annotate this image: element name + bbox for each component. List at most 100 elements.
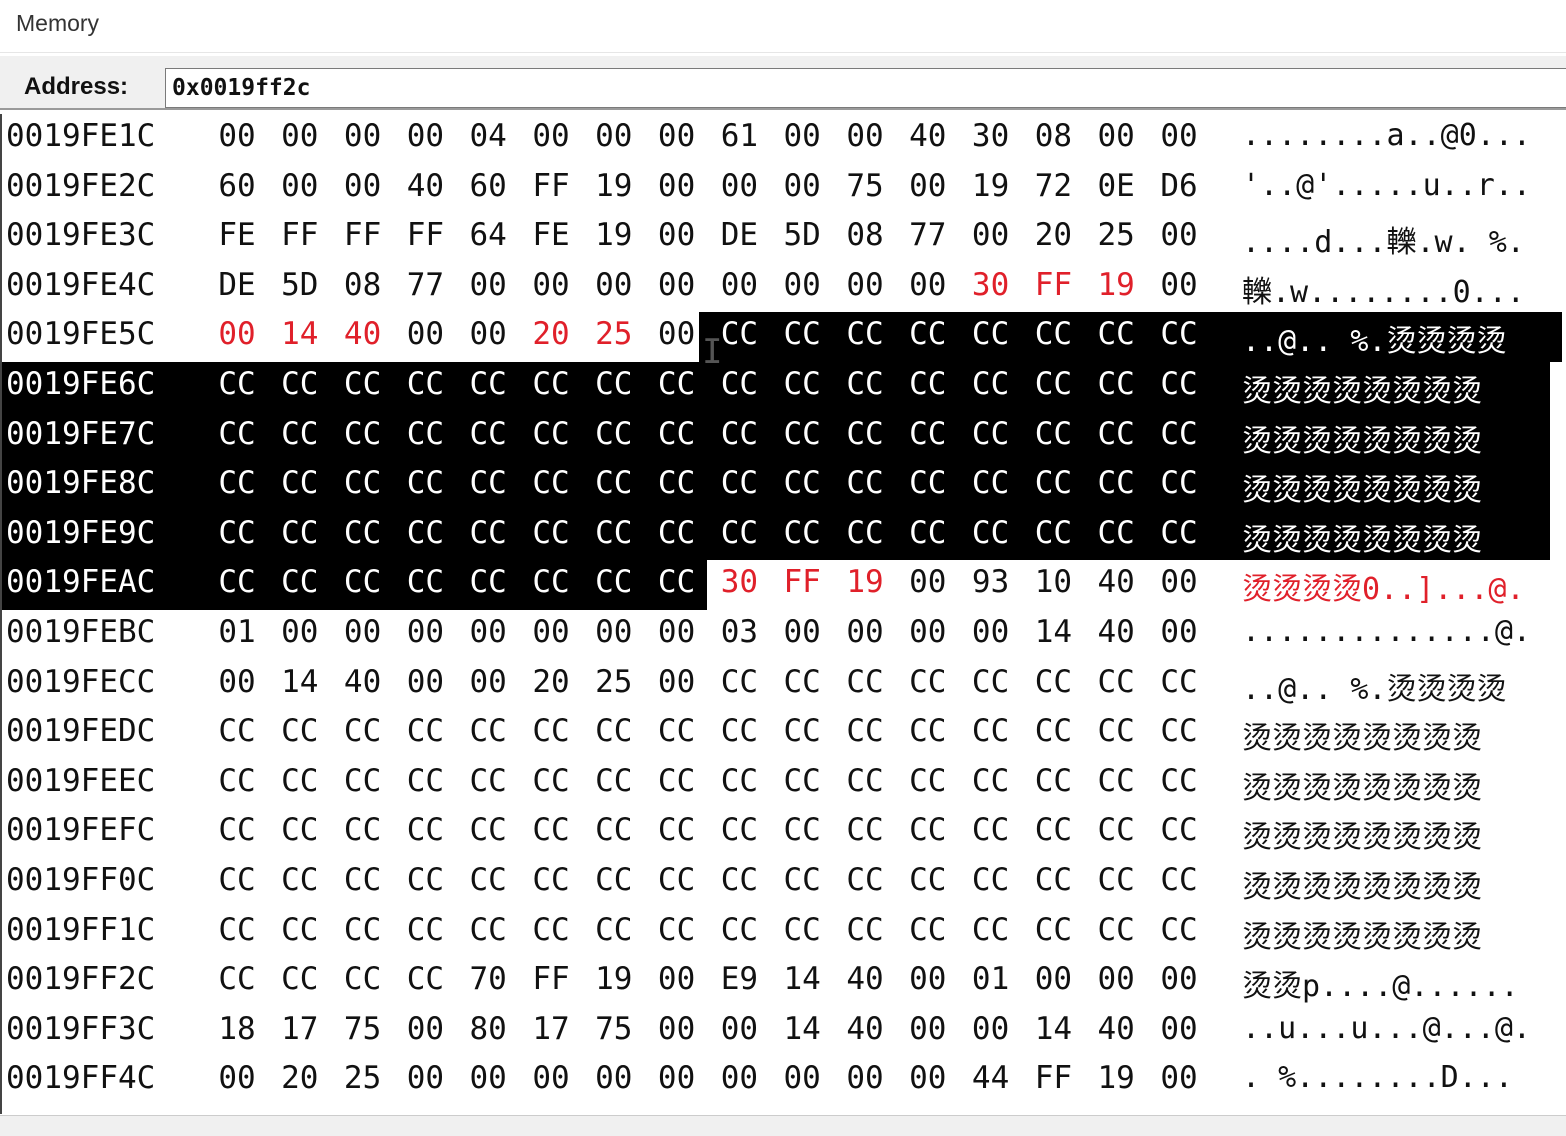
byte-cell[interactable]: CC [1025, 316, 1081, 352]
byte-cell[interactable]: CC [586, 713, 642, 749]
byte-cell[interactable]: CC [837, 664, 893, 700]
byte-cell[interactable]: FF [774, 564, 830, 600]
byte-cell[interactable]: CC [397, 961, 453, 997]
byte-cell[interactable]: CC [272, 763, 328, 799]
byte-cell[interactable]: CC [1025, 862, 1081, 898]
byte-cell[interactable]: 70 [460, 961, 516, 997]
byte-cell[interactable]: 20 [272, 1060, 328, 1096]
byte-cell[interactable]: CC [711, 713, 767, 749]
byte-cell[interactable]: 00 [649, 267, 705, 303]
memory-row[interactable]: 0019FEFC CC CC CC CC CC CC CC CC CC CC CC CC CC CC CC CC… [2, 808, 1566, 857]
byte-cell[interactable]: FF [1025, 267, 1081, 303]
byte-cell[interactable]: CC [963, 366, 1019, 402]
byte-cell[interactable]: 19 [586, 961, 642, 997]
byte-cell[interactable]: CC [1088, 366, 1144, 402]
byte-cell[interactable]: D6 [1151, 168, 1207, 204]
byte-cell[interactable]: 00 [523, 1060, 579, 1096]
byte-cell[interactable]: 75 [335, 1011, 391, 1047]
byte-cell[interactable]: 00 [900, 614, 956, 650]
byte-cell[interactable]: 00 [397, 614, 453, 650]
byte-cell[interactable]: 40 [335, 664, 391, 700]
byte-cell[interactable]: CC [774, 763, 830, 799]
byte-cell[interactable]: 19 [963, 168, 1019, 204]
byte-cell[interactable]: CC [460, 912, 516, 948]
byte-cell[interactable]: CC [523, 564, 579, 600]
byte-cell[interactable]: CC [397, 366, 453, 402]
byte-cell[interactable]: CC [1025, 515, 1081, 551]
byte-cell[interactable]: 00 [774, 267, 830, 303]
byte-cell[interactable]: CC [272, 862, 328, 898]
byte-cell[interactable]: CC [272, 912, 328, 948]
memory-row[interactable]: 0019FE1C 00 00 00 00 04 00 00 00 61 00 00 40 30 08 00 00… [2, 114, 1566, 163]
byte-cell[interactable]: 00 [649, 316, 705, 352]
byte-cell[interactable]: 64 [460, 217, 516, 253]
memory-row[interactable]: 0019FEDC CC CC CC CC CC CC CC CC CC CC CC CC CC CC CC CC… [2, 709, 1566, 758]
byte-cell[interactable]: DE [711, 217, 767, 253]
memory-row[interactable]: 0019FE6C CC CC CC CC CC CC CC CC CC CC CC CC CC CC CC CC… [2, 362, 1566, 412]
byte-cell[interactable]: CC [837, 366, 893, 402]
byte-cell[interactable]: CC [649, 912, 705, 948]
byte-cell[interactable]: 00 [649, 168, 705, 204]
byte-cell[interactable]: 77 [397, 267, 453, 303]
byte-cell[interactable]: 17 [523, 1011, 579, 1047]
byte-cell[interactable]: 00 [272, 118, 328, 154]
row-ascii[interactable]: ....d...轢.w. %. [1242, 217, 1525, 261]
byte-cell[interactable]: 00 [1151, 118, 1207, 154]
byte-cell[interactable]: CC [209, 862, 265, 898]
row-ascii[interactable]: 烫烫烫烫烫烫烫烫 [1242, 515, 1482, 559]
byte-cell[interactable]: 00 [335, 614, 391, 650]
byte-cell[interactable]: CC [900, 316, 956, 352]
byte-cell[interactable]: FF [335, 217, 391, 253]
byte-cell[interactable]: 00 [586, 118, 642, 154]
byte-cell[interactable]: CC [209, 515, 265, 551]
byte-cell[interactable]: CC [1151, 416, 1207, 452]
byte-cell[interactable]: 75 [586, 1011, 642, 1047]
byte-cell[interactable]: CC [209, 713, 265, 749]
byte-cell[interactable]: CC [900, 912, 956, 948]
byte-cell[interactable]: 00 [837, 1060, 893, 1096]
row-ascii[interactable]: 轢.w........0... [1242, 267, 1525, 311]
byte-cell[interactable]: CC [963, 713, 1019, 749]
byte-cell[interactable]: CC [272, 366, 328, 402]
byte-cell[interactable]: CC [774, 515, 830, 551]
byte-cell[interactable]: CC [1151, 515, 1207, 551]
byte-cell[interactable]: 19 [1088, 267, 1144, 303]
byte-cell[interactable]: CC [1151, 912, 1207, 948]
byte-cell[interactable]: CC [209, 961, 265, 997]
byte-cell[interactable]: E9 [711, 961, 767, 997]
byte-cell[interactable]: CC [837, 465, 893, 501]
byte-cell[interactable]: 00 [1025, 961, 1081, 997]
byte-cell[interactable]: CC [397, 713, 453, 749]
memory-row[interactable]: 0019FEAC CC CC CC CC CC CC CC CC 30 FF 19 00 93 10 40 00… [2, 560, 1566, 610]
byte-cell[interactable]: 00 [460, 316, 516, 352]
byte-cell[interactable]: CC [649, 564, 705, 600]
byte-cell[interactable]: CC [460, 465, 516, 501]
byte-cell[interactable]: CC [397, 812, 453, 848]
byte-cell[interactable]: CC [523, 812, 579, 848]
byte-cell[interactable]: CC [1025, 366, 1081, 402]
byte-cell[interactable]: 00 [209, 1060, 265, 1096]
byte-cell[interactable]: CC [397, 763, 453, 799]
row-ascii[interactable]: ..............@. [1242, 614, 1531, 649]
byte-cell[interactable]: CC [837, 713, 893, 749]
byte-cell[interactable]: CC [774, 664, 830, 700]
byte-cell[interactable]: CC [1151, 465, 1207, 501]
byte-cell[interactable]: 03 [711, 614, 767, 650]
byte-cell[interactable]: CC [272, 961, 328, 997]
address-input[interactable] [165, 68, 1566, 108]
byte-cell[interactable]: CC [774, 912, 830, 948]
byte-cell[interactable]: 60 [460, 168, 516, 204]
byte-cell[interactable]: 20 [523, 664, 579, 700]
byte-cell[interactable]: 0E [1088, 168, 1144, 204]
byte-cell[interactable]: CC [963, 862, 1019, 898]
row-ascii[interactable]: 烫烫p....@...... [1242, 961, 1519, 1005]
byte-cell[interactable]: CC [209, 366, 265, 402]
byte-cell[interactable]: 00 [209, 316, 265, 352]
byte-cell[interactable]: CC [774, 316, 830, 352]
byte-cell[interactable]: CC [1088, 316, 1144, 352]
row-ascii[interactable]: 烫烫烫烫烫烫烫烫 [1242, 763, 1482, 807]
byte-cell[interactable]: 5D [774, 217, 830, 253]
byte-cell[interactable]: 19 [586, 217, 642, 253]
byte-cell[interactable]: CC [900, 366, 956, 402]
byte-cell[interactable]: 00 [523, 267, 579, 303]
